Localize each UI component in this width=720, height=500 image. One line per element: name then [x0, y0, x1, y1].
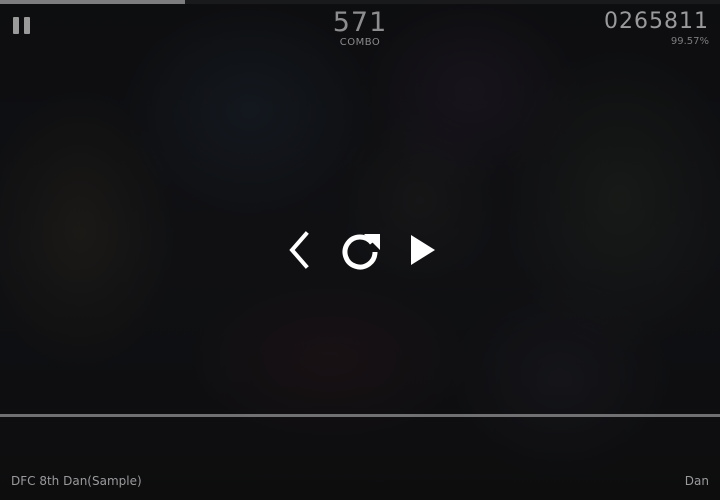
combo-value: 571 [332, 7, 388, 38]
pause-bar-right [24, 17, 30, 34]
song-progress-fill [0, 0, 186, 4]
difficulty-label: Dan [684, 474, 709, 488]
back-icon-svg [289, 231, 309, 269]
judgement-line [0, 414, 720, 417]
pause-icon[interactable] [13, 17, 31, 35]
retry-icon-svg [342, 234, 380, 270]
retry-icon[interactable] [338, 228, 382, 272]
accuracy-value: 99.57% [670, 36, 709, 47]
combo-display: 571 COMBO [300, 8, 420, 48]
score-display: 0265811 99.57% [604, 8, 709, 48]
game-screen: 571 COMBO 0265811 99.57% DFC 8th Dan(Sam… [0, 0, 720, 500]
score-value: 0265811 [604, 9, 709, 34]
chevron-left-icon[interactable] [284, 230, 316, 270]
song-progress-bar [0, 0, 720, 4]
combo-label: COMBO [339, 37, 381, 48]
play-icon[interactable] [406, 232, 440, 268]
song-title: DFC 8th Dan(Sample) [11, 474, 142, 488]
pause-bar-left [13, 17, 19, 34]
play-icon-svg [411, 235, 435, 265]
